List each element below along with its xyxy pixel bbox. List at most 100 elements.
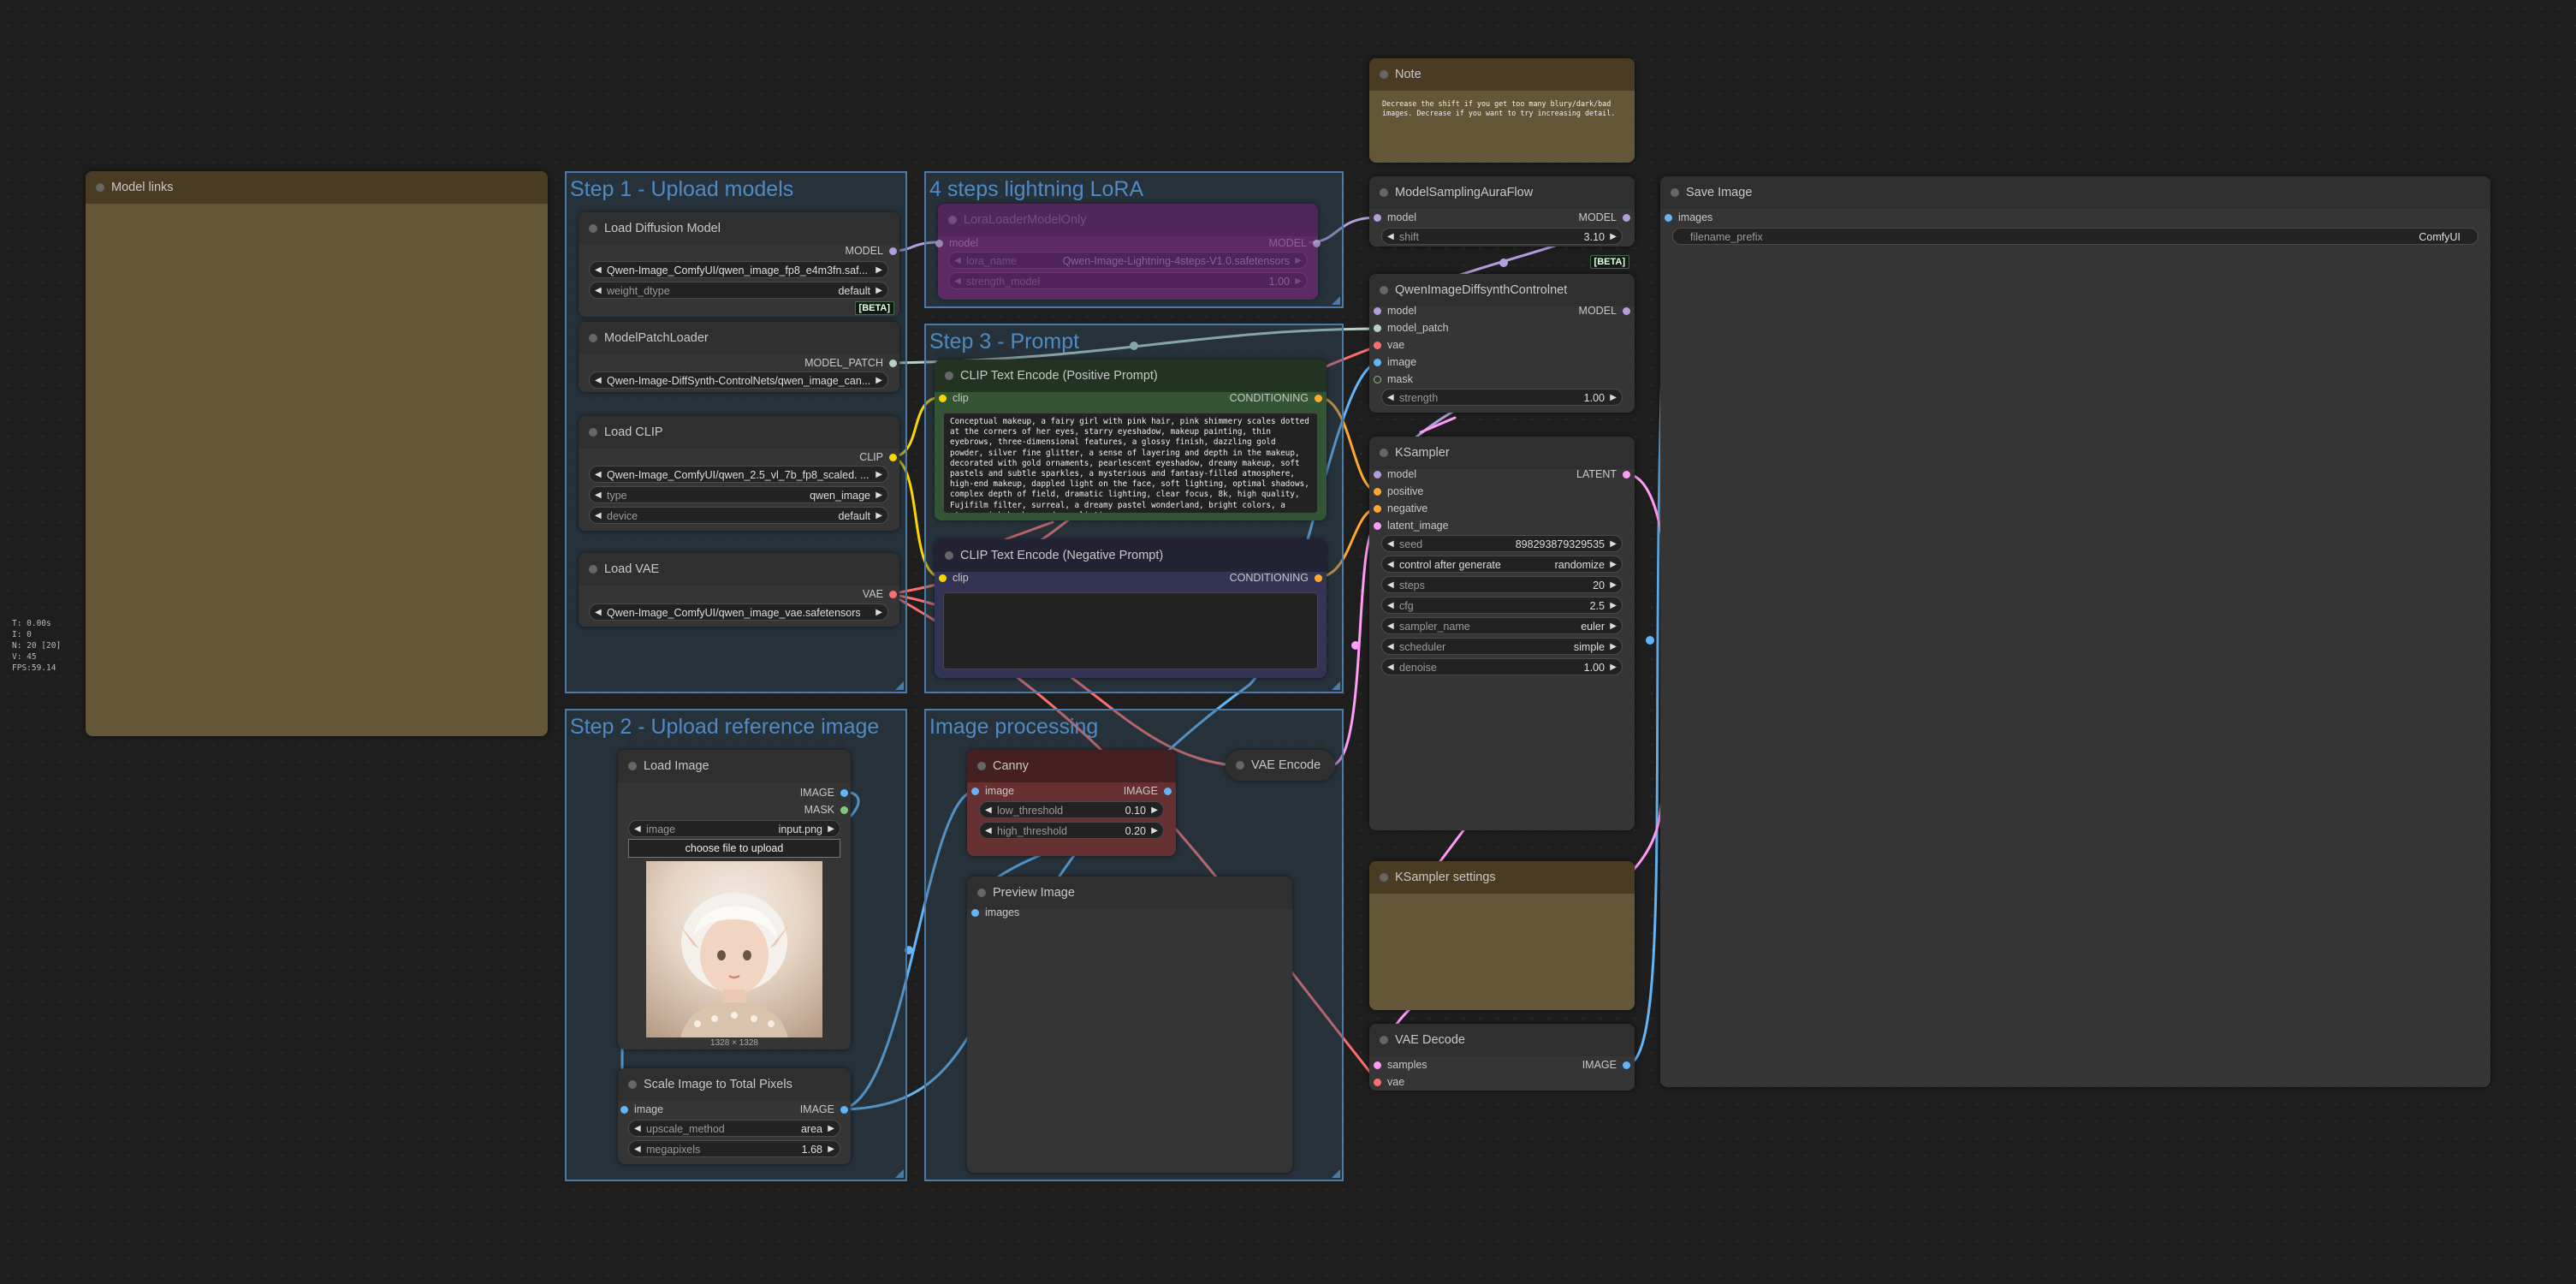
node-header[interactable]: Preview Image: [967, 877, 1292, 909]
output-model-patch[interactable]: MODEL_PATCH: [804, 356, 897, 370]
cfg-input[interactable]: ◀ cfg 2.5 ▶: [1381, 597, 1623, 614]
collapse-dot[interactable]: [945, 372, 953, 380]
vae-name-combo[interactable]: ◀ Qwen-Image_ComfyUI/qwen_image_vae.safet…: [589, 603, 888, 621]
node-header[interactable]: Canny: [967, 750, 1176, 782]
input-positive[interactable]: positive: [1374, 484, 1423, 498]
node-preview-image[interactable]: Preview Image images: [967, 877, 1292, 1173]
node-header[interactable]: QwenImageDiffsynthControlnet: [1369, 274, 1635, 306]
output-model[interactable]: MODEL: [1269, 236, 1321, 250]
filename-prefix-input[interactable]: filename_prefix ComfyUI: [1672, 228, 2478, 245]
output-conditioning[interactable]: CONDITIONING: [1230, 391, 1322, 405]
lora-strength-input[interactable]: ◀ strength_model 1.00 ▶: [948, 272, 1308, 289]
positive-prompt-textarea[interactable]: Conceptual makeup, a fairy girl with pin…: [943, 413, 1318, 514]
image-combo[interactable]: ◀ image input.png ▶: [628, 820, 840, 837]
node-clip-text-encode-positive[interactable]: CLIP Text Encode (Positive Prompt) clip …: [935, 360, 1327, 520]
node-header[interactable]: ModelPatchLoader: [579, 322, 899, 354]
node-header[interactable]: Model links: [86, 171, 548, 204]
strength-input[interactable]: ◀ strength 1.00 ▶: [1381, 389, 1623, 406]
input-latent-image[interactable]: latent_image: [1374, 519, 1449, 532]
input-image[interactable]: image: [620, 1103, 663, 1116]
output-mask[interactable]: MASK: [804, 803, 848, 817]
reroute-dot[interactable]: [1499, 259, 1508, 267]
input-images[interactable]: images: [1665, 211, 1712, 224]
collapse-dot[interactable]: [1380, 449, 1388, 457]
node-model-links[interactable]: Model links: [86, 171, 548, 736]
node-header[interactable]: Scale Image to Total Pixels: [618, 1068, 851, 1101]
node-header[interactable]: Load VAE: [579, 553, 899, 586]
node-ksampler-settings[interactable]: KSampler settings: [1369, 861, 1635, 1010]
output-latent[interactable]: LATENT: [1576, 467, 1630, 481]
resize-handle[interactable]: [1332, 296, 1340, 305]
node-vae-decode[interactable]: VAE Decode samples IMAGE vae: [1369, 1024, 1635, 1091]
collapse-dot[interactable]: [589, 224, 597, 233]
collapse-dot[interactable]: [948, 216, 957, 224]
node-ksampler[interactable]: KSampler model LATENT positive negative …: [1369, 437, 1635, 830]
input-model[interactable]: model: [935, 236, 978, 250]
collapse-dot[interactable]: [1380, 188, 1388, 197]
node-save-image[interactable]: Save Image images filename_prefix ComfyUI: [1660, 176, 2490, 1087]
collapse-dot[interactable]: [1380, 1036, 1388, 1044]
node-load-clip[interactable]: Load CLIP CLIP ◀ Qwen-Image_ComfyUI/qwen_…: [579, 416, 899, 531]
output-image[interactable]: IMAGE: [1124, 784, 1172, 798]
collapse-dot[interactable]: [589, 334, 597, 342]
node-note[interactable]: Note Decrease the shift if you get too m…: [1369, 58, 1635, 163]
node-canny[interactable]: Canny image IMAGE ◀ low_threshold 0.10 ▶ ◀ h…: [967, 750, 1176, 856]
node-vae-encode[interactable]: VAE Encode: [1226, 750, 1335, 781]
upscale-method-combo[interactable]: ◀ upscale_method area ▶: [628, 1120, 840, 1137]
node-load-vae[interactable]: Load VAE VAE ◀ Qwen-Image_ComfyUI/qwen_im…: [579, 553, 899, 627]
node-header[interactable]: LoraLoaderModelOnly: [938, 204, 1318, 236]
node-load-diffusion-model[interactable]: Load Diffusion Model MODEL ◀ Qwen-Image_C…: [579, 212, 899, 317]
output-clip[interactable]: CLIP: [859, 450, 897, 464]
node-header[interactable]: Load CLIP: [579, 416, 899, 449]
node-header[interactable]: Save Image: [1660, 176, 2490, 209]
collapse-dot[interactable]: [945, 551, 953, 560]
input-model-patch[interactable]: model_patch: [1374, 321, 1449, 335]
input-samples[interactable]: samples: [1374, 1058, 1427, 1072]
output-model[interactable]: MODEL: [1579, 304, 1630, 318]
note-text[interactable]: Decrease the shift if you get too many b…: [1376, 96, 1628, 130]
output-image[interactable]: IMAGE: [800, 1103, 848, 1116]
denoise-input[interactable]: ◀ denoise 1.00 ▶: [1381, 658, 1623, 675]
input-model[interactable]: model: [1374, 304, 1416, 318]
collapse-dot[interactable]: [1380, 873, 1388, 882]
megapixels-input[interactable]: ◀ megapixels 1.68 ▶: [628, 1140, 840, 1157]
control-after-generate-combo[interactable]: ◀ control after generate randomize ▶: [1381, 556, 1623, 573]
output-vae[interactable]: VAE: [863, 587, 897, 601]
collapse-dot[interactable]: [628, 762, 637, 770]
collapse-dot[interactable]: [628, 1080, 637, 1089]
clip-type-combo[interactable]: ◀ type qwen_image ▶: [589, 486, 888, 503]
input-clip[interactable]: clip: [939, 391, 969, 405]
high-threshold-input[interactable]: ◀ high_threshold 0.20 ▶: [979, 822, 1164, 839]
collapse-dot[interactable]: [1671, 188, 1679, 197]
seed-input[interactable]: ◀ seed 898293879329535 ▶: [1381, 535, 1623, 552]
node-header[interactable]: Load Image: [618, 750, 851, 782]
output-model[interactable]: MODEL: [846, 244, 897, 258]
output-image[interactable]: IMAGE: [1582, 1058, 1630, 1072]
steps-input[interactable]: ◀ steps 20 ▶: [1381, 576, 1623, 593]
collapse-dot[interactable]: [977, 762, 986, 770]
collapse-dot[interactable]: [96, 183, 104, 192]
node-clip-text-encode-negative[interactable]: CLIP Text Encode (Negative Prompt) clip …: [935, 539, 1327, 678]
node-header[interactable]: CLIP Text Encode (Negative Prompt): [935, 539, 1327, 572]
node-header[interactable]: VAE Decode: [1369, 1024, 1635, 1056]
weight-dtype-combo[interactable]: ◀ weight_dtype default ▶: [589, 282, 888, 299]
input-vae[interactable]: vae: [1374, 338, 1404, 352]
node-header[interactable]: Load Diffusion Model: [579, 212, 899, 245]
node-header[interactable]: KSampler settings: [1369, 861, 1635, 894]
node-scale-image[interactable]: Scale Image to Total Pixels image IMAGE …: [618, 1068, 851, 1164]
output-conditioning[interactable]: CONDITIONING: [1230, 571, 1322, 585]
node-header[interactable]: VAE Encode: [1226, 750, 1335, 781]
node-qwen-diffsynth-controlnet[interactable]: QwenImageDiffsynthControlnet model MODEL…: [1369, 274, 1635, 413]
collapse-dot[interactable]: [1380, 286, 1388, 294]
reroute-dot[interactable]: [1351, 641, 1360, 650]
output-image[interactable]: IMAGE: [800, 786, 848, 800]
input-image[interactable]: image: [1374, 355, 1416, 369]
resize-handle[interactable]: [895, 681, 904, 690]
collapse-dot[interactable]: [589, 428, 597, 437]
scheduler-combo[interactable]: ◀ scheduler simple ▶: [1381, 638, 1623, 655]
node-header[interactable]: KSampler: [1369, 437, 1635, 469]
reroute-dot[interactable]: [1646, 636, 1654, 645]
input-image[interactable]: image: [971, 784, 1014, 798]
node-header[interactable]: Note: [1369, 58, 1635, 91]
input-model[interactable]: model: [1374, 211, 1416, 224]
